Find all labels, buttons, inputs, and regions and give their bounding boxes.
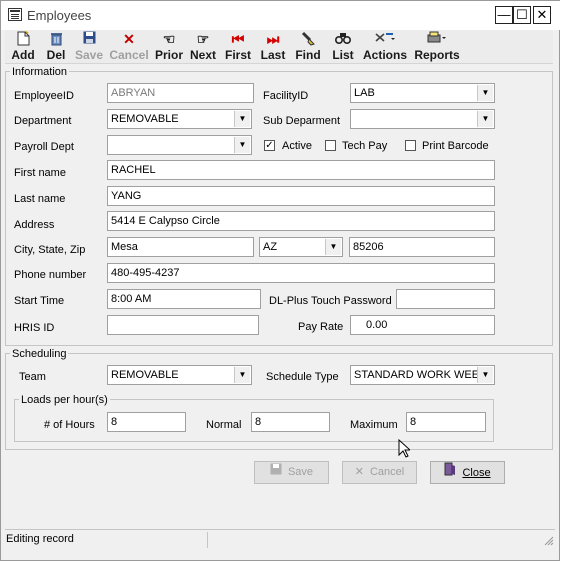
sub-department-label: Sub Deparment bbox=[263, 115, 341, 127]
save-button[interactable]: Save bbox=[254, 461, 329, 484]
last-record-icon: ⏭ bbox=[266, 31, 280, 47]
first-name-label: First name bbox=[14, 167, 66, 179]
tech-pay-checkbox[interactable] bbox=[325, 140, 336, 151]
information-legend: Information bbox=[10, 66, 70, 78]
schedule-type-select[interactable]: STANDARD WORK WEEK ▼ bbox=[350, 365, 495, 385]
address-label: Address bbox=[14, 219, 55, 231]
chevron-down-icon: ▼ bbox=[477, 111, 493, 127]
first-name-field[interactable]: RACHEL bbox=[107, 160, 495, 180]
prior-button[interactable]: ☜ Prior bbox=[152, 30, 186, 63]
window-title: Employees bbox=[27, 8, 92, 23]
team-label: Team bbox=[19, 371, 46, 383]
last-name-label: Last name bbox=[14, 193, 66, 205]
reports-button[interactable]: Reports bbox=[411, 30, 463, 63]
hris-id-field[interactable] bbox=[107, 315, 259, 335]
team-select[interactable]: REMOVABLE ▼ bbox=[107, 365, 252, 385]
status-bar: Editing record bbox=[5, 529, 555, 550]
maximum-field[interactable]: 8 bbox=[406, 412, 486, 432]
department-label: Department bbox=[14, 115, 72, 127]
chevron-down-icon: ▼ bbox=[234, 367, 250, 383]
toolbar-cancel-button[interactable]: ✕ Cancel bbox=[107, 30, 151, 63]
loads-per-hour-legend: Loads per hour(s) bbox=[19, 394, 110, 406]
payroll-dept-select[interactable]: ▼ bbox=[107, 135, 252, 155]
sub-department-select[interactable]: ▼ bbox=[350, 109, 495, 129]
reports-printer-icon bbox=[411, 31, 463, 48]
close-window-button[interactable]: ✕ bbox=[533, 6, 551, 24]
print-barcode-checkbox[interactable] bbox=[405, 140, 416, 151]
new-document-icon bbox=[7, 30, 39, 48]
address-field[interactable]: 5414 E Calypso Circle bbox=[107, 211, 495, 231]
city-field[interactable]: Mesa bbox=[107, 237, 254, 257]
employee-id-field[interactable]: ABRYAN bbox=[107, 83, 254, 103]
schedule-type-label: Schedule Type bbox=[266, 371, 339, 383]
flashlight-icon bbox=[292, 31, 324, 48]
print-barcode-label: Print Barcode bbox=[422, 140, 489, 152]
start-time-label: Start Time bbox=[14, 295, 65, 307]
first-button[interactable]: ⏮ First bbox=[223, 30, 253, 63]
facility-id-select[interactable]: LAB ▼ bbox=[350, 83, 495, 103]
find-button[interactable]: Find bbox=[292, 30, 324, 63]
hours-label: # of Hours bbox=[44, 419, 95, 431]
pay-rate-label: Pay Rate bbox=[298, 321, 344, 333]
mouse-cursor-icon bbox=[398, 439, 410, 458]
dl-plus-password-label: DL-Plus Touch Password bbox=[269, 295, 392, 307]
cancel-x-icon: ✕ bbox=[123, 31, 135, 47]
title-bar: Employees — ☐ ✕ bbox=[1, 1, 561, 30]
chevron-down-icon: ▼ bbox=[477, 85, 493, 101]
cancel-x-icon: ✕ bbox=[354, 466, 364, 478]
first-record-icon: ⏮ bbox=[231, 31, 245, 47]
status-text: Editing record bbox=[6, 533, 74, 545]
normal-field[interactable]: 8 bbox=[251, 412, 330, 432]
cancel-button[interactable]: ✕ Cancel bbox=[342, 461, 417, 484]
floppy-disk-icon bbox=[270, 462, 282, 483]
chevron-down-icon: ▼ bbox=[234, 137, 250, 153]
last-name-field[interactable]: YANG bbox=[107, 186, 495, 206]
hand-pointing-left-icon: ☜ bbox=[162, 31, 176, 47]
tech-pay-label: Tech Pay bbox=[342, 140, 388, 152]
list-button[interactable]: List bbox=[328, 30, 358, 63]
zip-field[interactable]: 85206 bbox=[349, 237, 495, 257]
window-form-icon bbox=[8, 8, 22, 21]
facility-id-label: FacilityID bbox=[263, 90, 309, 102]
binoculars-icon bbox=[328, 31, 358, 48]
start-time-field[interactable]: 8:00 AM bbox=[107, 289, 261, 309]
city-state-zip-label: City, State, Zip bbox=[14, 244, 86, 256]
payroll-dept-label: Payroll Dept bbox=[14, 141, 74, 153]
normal-label: Normal bbox=[206, 419, 242, 431]
status-divider bbox=[207, 532, 208, 548]
resize-grip-icon[interactable] bbox=[543, 535, 554, 546]
hris-id-label: HRIS ID bbox=[14, 322, 55, 334]
pay-rate-field[interactable]: 0.00 bbox=[350, 315, 495, 335]
department-select[interactable]: REMOVABLE ▼ bbox=[107, 109, 252, 129]
state-select[interactable]: AZ ▼ bbox=[259, 237, 343, 257]
chevron-down-icon: ▼ bbox=[325, 239, 341, 255]
employee-id-label: EmployeeID bbox=[14, 90, 74, 102]
employees-window: Employees — ☐ ✕ Add Del Save ✕ Cancel ☜ … bbox=[0, 0, 561, 561]
close-button[interactable]: Close bbox=[430, 461, 505, 484]
chevron-down-icon: ▼ bbox=[234, 111, 250, 127]
active-label: Active bbox=[282, 140, 312, 152]
phone-label: Phone number bbox=[14, 269, 87, 281]
toolbar-save-button[interactable]: Save bbox=[73, 30, 105, 63]
actions-button[interactable]: Actions bbox=[362, 30, 408, 63]
actions-tools-icon bbox=[362, 31, 408, 48]
floppy-disk-icon bbox=[73, 31, 105, 48]
scheduling-legend: Scheduling bbox=[10, 348, 69, 360]
next-button[interactable]: ☞ Next bbox=[188, 30, 218, 63]
toolbar: Add Del Save ✕ Cancel ☜ Prior ☞ Next ⏮ F… bbox=[5, 30, 553, 64]
dl-plus-password-field[interactable] bbox=[396, 289, 495, 309]
maximum-label: Maximum bbox=[350, 419, 398, 431]
hand-pointing-right-icon: ☞ bbox=[196, 31, 210, 47]
hours-field[interactable]: 8 bbox=[107, 412, 186, 432]
trash-icon bbox=[41, 31, 71, 48]
last-button[interactable]: ⏭ Last bbox=[258, 30, 288, 63]
add-button[interactable]: Add bbox=[7, 30, 39, 63]
delete-button[interactable]: Del bbox=[41, 30, 71, 63]
active-checkbox[interactable]: ✓ bbox=[264, 140, 275, 151]
maximize-button[interactable]: ☐ bbox=[513, 6, 531, 24]
exit-door-icon bbox=[444, 462, 456, 484]
minimize-button[interactable]: — bbox=[495, 6, 513, 24]
phone-field[interactable]: 480-495-4237 bbox=[107, 263, 495, 283]
chevron-down-icon: ▼ bbox=[477, 367, 493, 383]
